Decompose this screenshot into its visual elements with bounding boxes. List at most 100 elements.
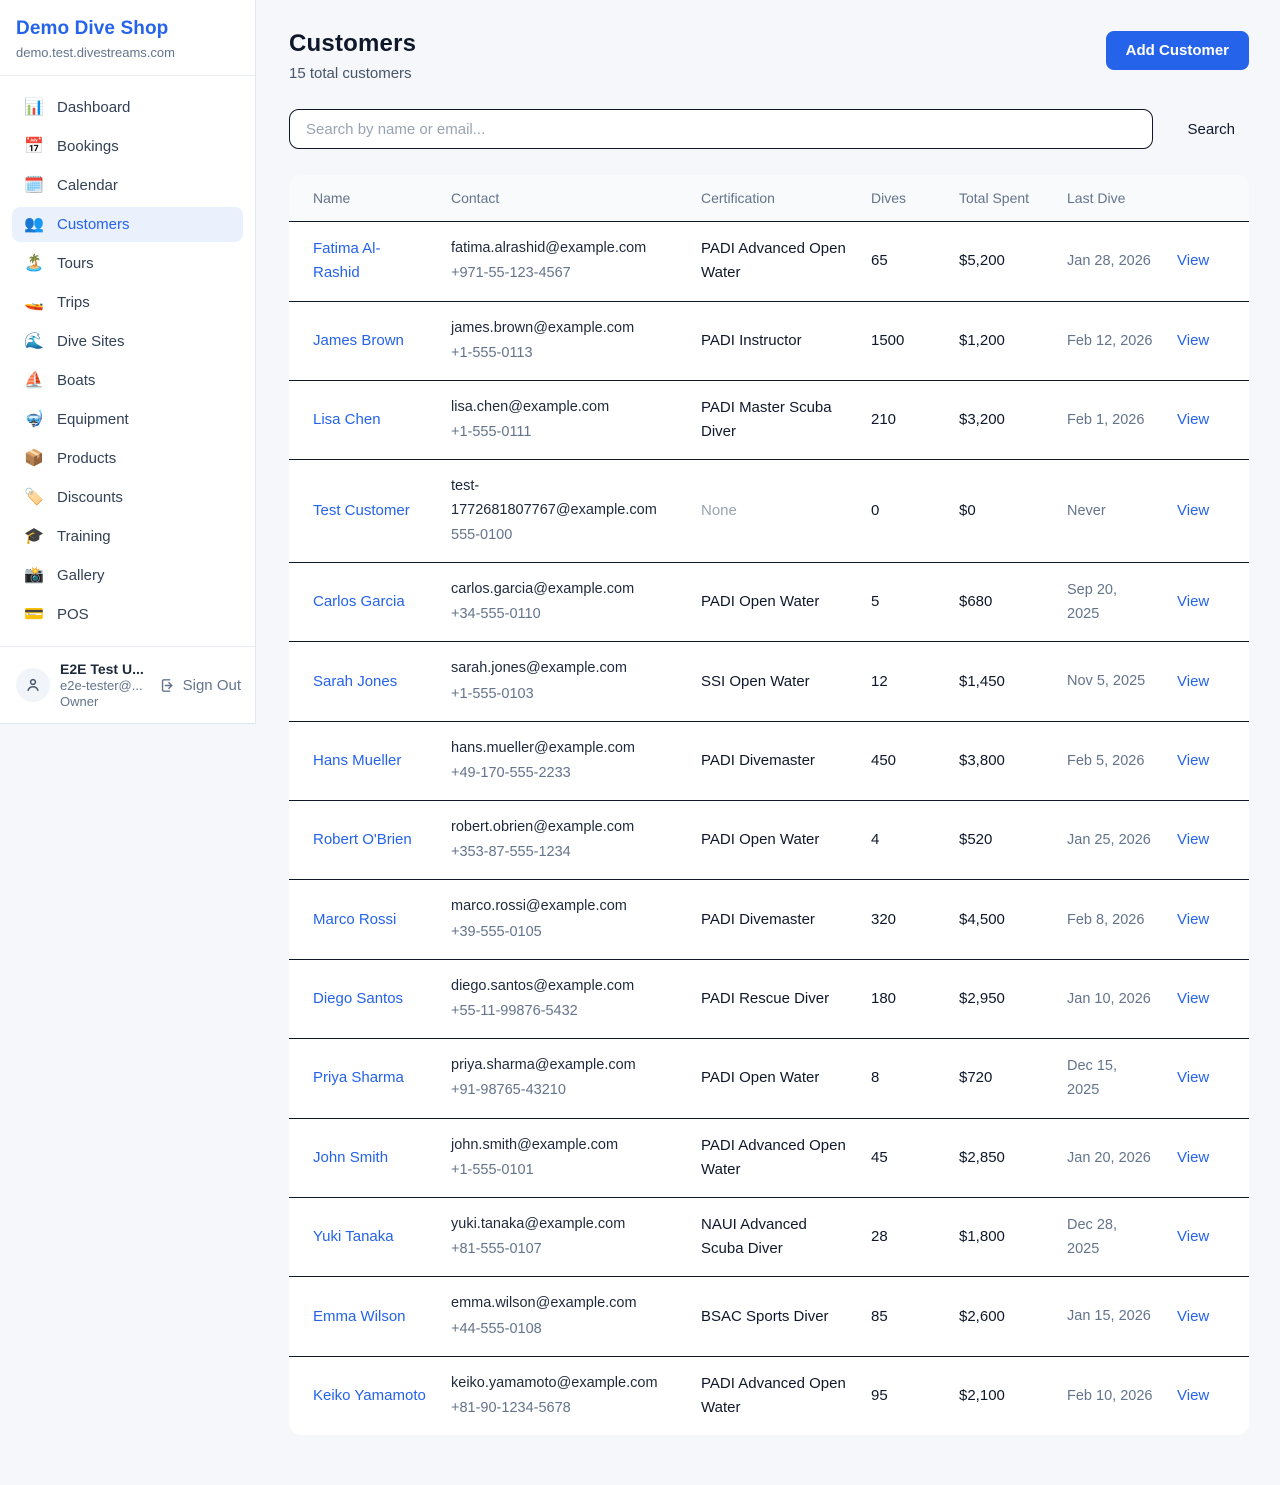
customer-phone: +34-555-0110 xyxy=(451,603,677,626)
customers-table-card: Name Contact Certification Dives Total S… xyxy=(289,175,1249,1435)
sidebar-item-label: Tours xyxy=(57,255,94,272)
diving-mask-icon: 🤿 xyxy=(24,412,44,428)
add-customer-button[interactable]: Add Customer xyxy=(1106,31,1249,70)
customer-phone: +91-98765-43210 xyxy=(451,1079,677,1102)
customer-total-spent: $5,200 xyxy=(959,252,1005,269)
customer-total-spent: $0 xyxy=(959,502,976,519)
sidebar-item-products[interactable]: 📦 Products xyxy=(12,441,243,476)
customer-name-link[interactable]: James Brown xyxy=(313,332,404,349)
search-button[interactable]: Search xyxy=(1173,113,1249,146)
customer-dives: 210 xyxy=(871,411,896,428)
sidebar-item-dive-sites[interactable]: 🌊 Dive Sites xyxy=(12,324,243,359)
customer-name-link[interactable]: Fatima Al-Rashid xyxy=(313,240,381,281)
people-icon: 👥 xyxy=(24,217,44,233)
view-link[interactable]: View xyxy=(1177,1228,1209,1245)
customer-name-link[interactable]: Test Customer xyxy=(313,502,410,519)
customer-total-spent: $1,450 xyxy=(959,673,1005,690)
customer-name-link[interactable]: Keiko Yamamoto xyxy=(313,1387,426,1404)
sidebar-item-label: Customers xyxy=(57,216,130,233)
sign-out-button[interactable]: Sign Out xyxy=(159,677,241,694)
view-link[interactable]: View xyxy=(1177,831,1209,848)
sidebar-item-trips[interactable]: 🚤 Trips xyxy=(12,285,243,320)
view-link[interactable]: View xyxy=(1177,593,1209,610)
speedboat-icon: 🚤 xyxy=(24,295,44,311)
customer-dives: 45 xyxy=(871,1149,888,1166)
view-link[interactable]: View xyxy=(1177,1308,1209,1325)
table-header: Name Contact Certification Dives Total S… xyxy=(289,175,1249,222)
sidebar-item-label: POS xyxy=(57,606,89,623)
calendar-icon: 📅 xyxy=(24,139,44,155)
table-row: Robert O'Brien robert.obrien@example.com… xyxy=(289,801,1249,880)
page-header-text: Customers 15 total customers xyxy=(289,30,416,82)
page-header: Customers 15 total customers Add Custome… xyxy=(289,30,1249,82)
customer-name-link[interactable]: John Smith xyxy=(313,1149,388,1166)
sidebar-item-equipment[interactable]: 🤿 Equipment xyxy=(12,402,243,437)
customer-last-dive: Jan 25, 2026 xyxy=(1067,832,1151,848)
view-link[interactable]: View xyxy=(1177,1069,1209,1086)
sidebar-item-boats[interactable]: ⛵ Boats xyxy=(12,363,243,398)
view-link[interactable]: View xyxy=(1177,990,1209,1007)
sidebar-item-label: Discounts xyxy=(57,489,123,506)
column-header-total-spent: Total Spent xyxy=(947,175,1055,222)
customer-name-link[interactable]: Emma Wilson xyxy=(313,1308,406,1325)
customer-name-link[interactable]: Priya Sharma xyxy=(313,1069,404,1086)
sidebar-item-calendar[interactable]: 🗓️ Calendar xyxy=(12,168,243,203)
customer-name-link[interactable]: Lisa Chen xyxy=(313,411,381,428)
customer-dives: 180 xyxy=(871,990,896,1007)
sidebar-item-customers[interactable]: 👥 Customers xyxy=(12,207,243,242)
customer-email: sarah.jones@example.com xyxy=(451,657,677,680)
customer-last-dive: Jan 20, 2026 xyxy=(1067,1150,1151,1166)
customer-name-link[interactable]: Hans Mueller xyxy=(313,752,401,769)
customer-last-dive: Nov 5, 2025 xyxy=(1067,673,1145,689)
customer-phone: +49-170-555-2233 xyxy=(451,762,677,785)
search-input[interactable] xyxy=(289,109,1153,149)
view-link[interactable]: View xyxy=(1177,252,1209,269)
customer-certification: PADI Rescue Diver xyxy=(701,990,829,1007)
sidebar-item-label: Boats xyxy=(57,372,95,389)
sidebar-item-discounts[interactable]: 🏷️ Discounts xyxy=(12,480,243,515)
sidebar-item-label: Dashboard xyxy=(57,99,130,116)
customer-phone: +1-555-0103 xyxy=(451,683,677,706)
sidebar-item-gallery[interactable]: 📸 Gallery xyxy=(12,558,243,593)
table-row: Keiko Yamamoto keiko.yamamoto@example.co… xyxy=(289,1356,1249,1435)
customer-last-dive: Sep 20, 2025 xyxy=(1067,582,1117,622)
customer-name-link[interactable]: Yuki Tanaka xyxy=(313,1228,394,1245)
view-link[interactable]: View xyxy=(1177,673,1209,690)
view-link[interactable]: View xyxy=(1177,332,1209,349)
customer-certification: PADI Open Water xyxy=(701,593,819,610)
view-link[interactable]: View xyxy=(1177,1387,1209,1404)
customer-last-dive: Jan 15, 2026 xyxy=(1067,1308,1151,1324)
customer-email: marco.rossi@example.com xyxy=(451,895,677,918)
sidebar-item-dashboard[interactable]: 📊 Dashboard xyxy=(12,90,243,125)
view-link[interactable]: View xyxy=(1177,752,1209,769)
customer-name-link[interactable]: Marco Rossi xyxy=(313,911,396,928)
user-meta: E2E Test U... e2e-tester@... Owner xyxy=(60,661,149,709)
customer-name-link[interactable]: Robert O'Brien xyxy=(313,831,412,848)
view-link[interactable]: View xyxy=(1177,502,1209,519)
customer-email: lisa.chen@example.com xyxy=(451,396,677,419)
search-row: Search xyxy=(289,109,1249,149)
view-link[interactable]: View xyxy=(1177,911,1209,928)
sidebar-item-bookings[interactable]: 📅 Bookings xyxy=(12,129,243,164)
customer-phone: +81-555-0107 xyxy=(451,1238,677,1261)
view-link[interactable]: View xyxy=(1177,1149,1209,1166)
customer-total-spent: $2,600 xyxy=(959,1308,1005,1325)
customer-name-link[interactable]: Carlos Garcia xyxy=(313,593,405,610)
customer-dives: 85 xyxy=(871,1308,888,1325)
sidebar-item-training[interactable]: 🎓 Training xyxy=(12,519,243,554)
table-row: Marco Rossi marco.rossi@example.com +39-… xyxy=(289,880,1249,959)
sidebar-item-pos[interactable]: 💳 POS xyxy=(12,597,243,632)
customer-certification: PADI Advanced Open Water xyxy=(701,1375,846,1416)
sidebar-item-label: Training xyxy=(57,528,111,545)
customer-last-dive: Feb 5, 2026 xyxy=(1067,753,1144,769)
sidebar-item-tours[interactable]: 🏝️ Tours xyxy=(12,246,243,281)
customers-table-body: Fatima Al-Rashid fatima.alrashid@example… xyxy=(289,222,1249,1435)
customer-certification: PADI Advanced Open Water xyxy=(701,1137,846,1178)
sailboat-icon: ⛵ xyxy=(24,373,44,389)
customer-name-link[interactable]: Sarah Jones xyxy=(313,673,397,690)
customer-name-link[interactable]: Diego Santos xyxy=(313,990,403,1007)
customer-certification: PADI Divemaster xyxy=(701,911,815,928)
customer-count: 15 total customers xyxy=(289,65,416,82)
view-link[interactable]: View xyxy=(1177,411,1209,428)
customer-certification: NAUI Advanced Scuba Diver xyxy=(701,1216,807,1257)
